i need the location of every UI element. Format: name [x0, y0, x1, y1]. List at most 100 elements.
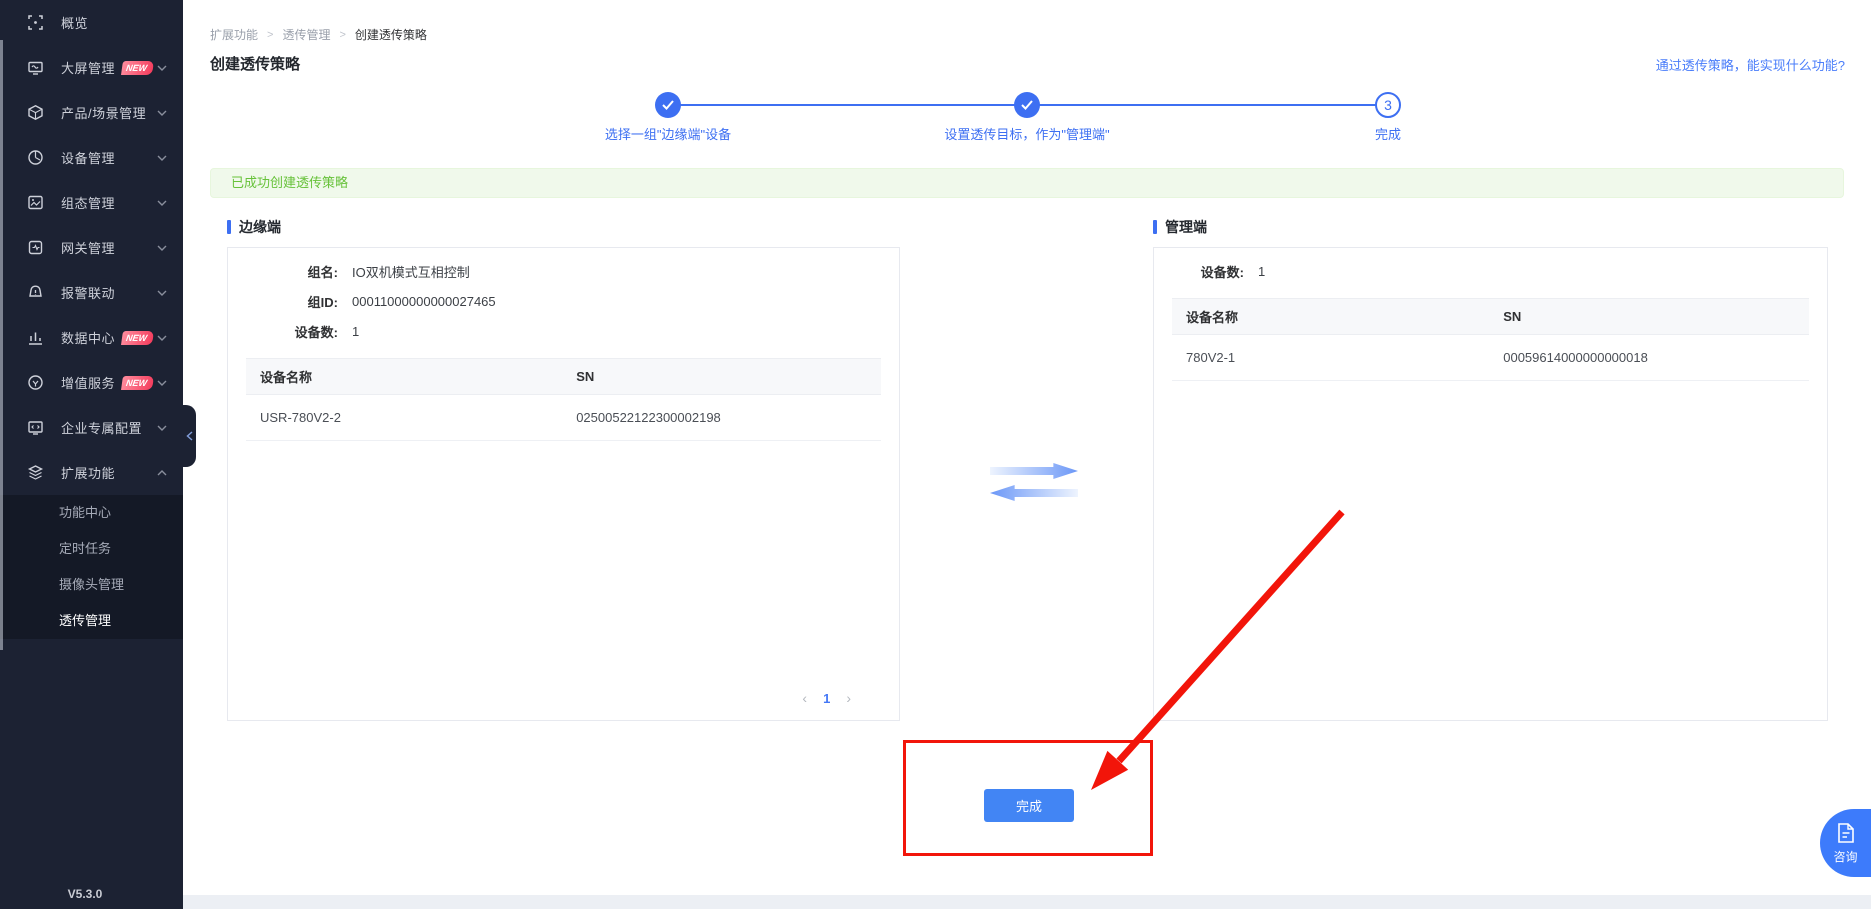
device-count-row: 设备数: 1 [1154, 256, 1827, 286]
chevron-down-icon [157, 65, 167, 71]
table-row[interactable]: USR-780V2-2 02500522122300002198 [246, 395, 881, 441]
step1-label: 选择一组"边缘端"设备 [605, 124, 731, 143]
sidebar-item-scada[interactable]: 组态管理 [0, 180, 183, 225]
arrow-left-icon [990, 485, 1078, 501]
scada-icon [27, 194, 44, 211]
device-count-label: 设备数: [228, 322, 338, 341]
section-accent-bar [1153, 220, 1157, 234]
sidebar-item-extensions[interactable]: 扩展功能 [0, 450, 183, 495]
col-device-name: 设备名称 [246, 367, 576, 386]
manage-section-label: 管理端 [1165, 217, 1207, 237]
sidebar-item-device[interactable]: 设备管理 [0, 135, 183, 180]
next-page-button[interactable]: › [846, 690, 851, 706]
chevron-down-icon [157, 380, 167, 386]
data-center-icon [27, 329, 44, 346]
left-scrollbar[interactable] [0, 40, 3, 650]
sidebar-item-label: 组态管理 [61, 193, 115, 212]
submenu-item-passthrough-management[interactable]: 透传管理 [0, 603, 183, 639]
group-id-row: 组ID: 00011000000000027465 [228, 286, 899, 316]
device-count-value: 1 [352, 324, 359, 339]
group-name-row: 组名: IO双机模式互相控制 [228, 256, 899, 286]
sidebar-item-gateway[interactable]: 网关管理 [0, 225, 183, 270]
sidebar-item-label: 设备管理 [61, 148, 115, 167]
sidebar-item-alarm[interactable]: 报警联动 [0, 270, 183, 315]
document-icon [1836, 822, 1856, 844]
sidebar-item-product-scene[interactable]: 产品/场景管理 [0, 90, 183, 135]
device-count-row: 设备数: 1 [228, 316, 899, 346]
extensions-submenu: 功能中心 定时任务 摄像头管理 透传管理 [0, 495, 183, 639]
sidebar: 概览 大屏管理 NEW 产品/场景管理 [0, 0, 183, 909]
extensions-icon [27, 464, 44, 481]
sidebar-item-bigscreen[interactable]: 大屏管理 NEW [0, 45, 183, 90]
section-accent-bar [227, 220, 231, 234]
sidebar-item-value-service[interactable]: 增值服务 NEW [0, 360, 183, 405]
new-badge: NEW [121, 331, 154, 345]
step1-check-icon [655, 92, 681, 118]
breadcrumb: 扩展功能 > 透传管理 > 创建透传策略 [210, 26, 427, 43]
step2-label: 设置透传目标，作为"管理端" [944, 124, 1109, 143]
table-row[interactable]: 780V2-1 00059614000000000018 [1172, 335, 1809, 381]
step3-label: 完成 [1375, 124, 1401, 143]
help-link[interactable]: 通过透传策略，能实现什么功能? [1656, 55, 1845, 74]
edge-panel: 组名: IO双机模式互相控制 组ID: 00011000000000027465… [227, 247, 900, 721]
submenu-item-camera-management[interactable]: 摄像头管理 [0, 567, 183, 603]
chevron-down-icon [157, 155, 167, 161]
group-id-label: 组ID: [228, 292, 338, 311]
sidebar-item-overview[interactable]: 概览 [0, 0, 183, 45]
bottom-strip [183, 895, 1871, 909]
sidebar-item-label: 网关管理 [61, 238, 115, 257]
edge-device-table: 设备名称 SN USR-780V2-2 02500522122300002198 [246, 358, 881, 441]
version-label: V5.3.0 [0, 887, 170, 901]
col-sn: SN [576, 369, 881, 384]
gateway-icon [27, 239, 44, 256]
sidebar-item-label: 企业专属配置 [61, 418, 142, 437]
chevron-down-icon [157, 425, 167, 431]
consult-label: 咨询 [1833, 848, 1857, 865]
sidebar-item-data-center[interactable]: 数据中心 NEW [0, 315, 183, 360]
table-header-row: 设备名称 SN [246, 359, 881, 395]
device-count-label: 设备数: [1154, 262, 1244, 281]
sidebar-item-enterprise-config[interactable]: 企业专属配置 [0, 405, 183, 450]
cell-device-name: USR-780V2-2 [246, 410, 576, 425]
transfer-arrows-icon [990, 463, 1078, 501]
finish-button[interactable]: 完成 [984, 789, 1074, 822]
prev-page-button[interactable]: ‹ [802, 690, 807, 706]
enterprise-config-icon [27, 419, 44, 436]
cell-sn: 02500522122300002198 [576, 410, 881, 425]
pagination: ‹ 1 › [802, 690, 851, 706]
breadcrumb-current: 创建透传策略 [355, 26, 427, 43]
device-count-value: 1 [1258, 264, 1265, 279]
product-scene-icon [27, 104, 44, 121]
cell-device-name: 780V2-1 [1172, 350, 1503, 365]
new-badge: NEW [121, 376, 154, 390]
chevron-down-icon [157, 245, 167, 251]
edge-section-label: 边缘端 [239, 217, 281, 237]
sidebar-collapse-handle[interactable] [183, 405, 196, 467]
breadcrumb-item[interactable]: 透传管理 [282, 26, 330, 43]
manage-section-title: 管理端 [1153, 217, 1207, 237]
success-alert: 已成功创建透传策略 [210, 168, 1844, 198]
sidebar-item-label: 报警联动 [61, 283, 115, 302]
arrow-right-icon [990, 463, 1078, 479]
step3-number-badge: 3 [1375, 92, 1401, 118]
cell-sn: 00059614000000000018 [1503, 350, 1809, 365]
submenu-item-scheduled-tasks[interactable]: 定时任务 [0, 531, 183, 567]
breadcrumb-item[interactable]: 扩展功能 [210, 26, 258, 43]
chevron-down-icon [157, 290, 167, 296]
app-window: 概览 大屏管理 NEW 产品/场景管理 [0, 0, 1871, 909]
page-title: 创建透传策略 [210, 53, 300, 74]
chevron-down-icon [157, 335, 167, 341]
new-badge: NEW [121, 61, 154, 75]
chevron-down-icon [157, 110, 167, 116]
breadcrumb-separator: > [339, 29, 345, 41]
col-sn: SN [1503, 309, 1809, 324]
submenu-item-function-center[interactable]: 功能中心 [0, 495, 183, 531]
sidebar-item-label: 增值服务 [61, 373, 115, 392]
manage-panel: 设备数: 1 设备名称 SN 780V2-1 00059614000000000… [1153, 247, 1828, 721]
sidebar-item-label: 概览 [61, 13, 88, 32]
sidebar-item-label: 扩展功能 [61, 463, 115, 482]
sidebar-item-label: 产品/场景管理 [61, 103, 146, 122]
overview-icon [27, 14, 44, 31]
alarm-icon [27, 284, 44, 301]
page-number[interactable]: 1 [823, 691, 830, 706]
